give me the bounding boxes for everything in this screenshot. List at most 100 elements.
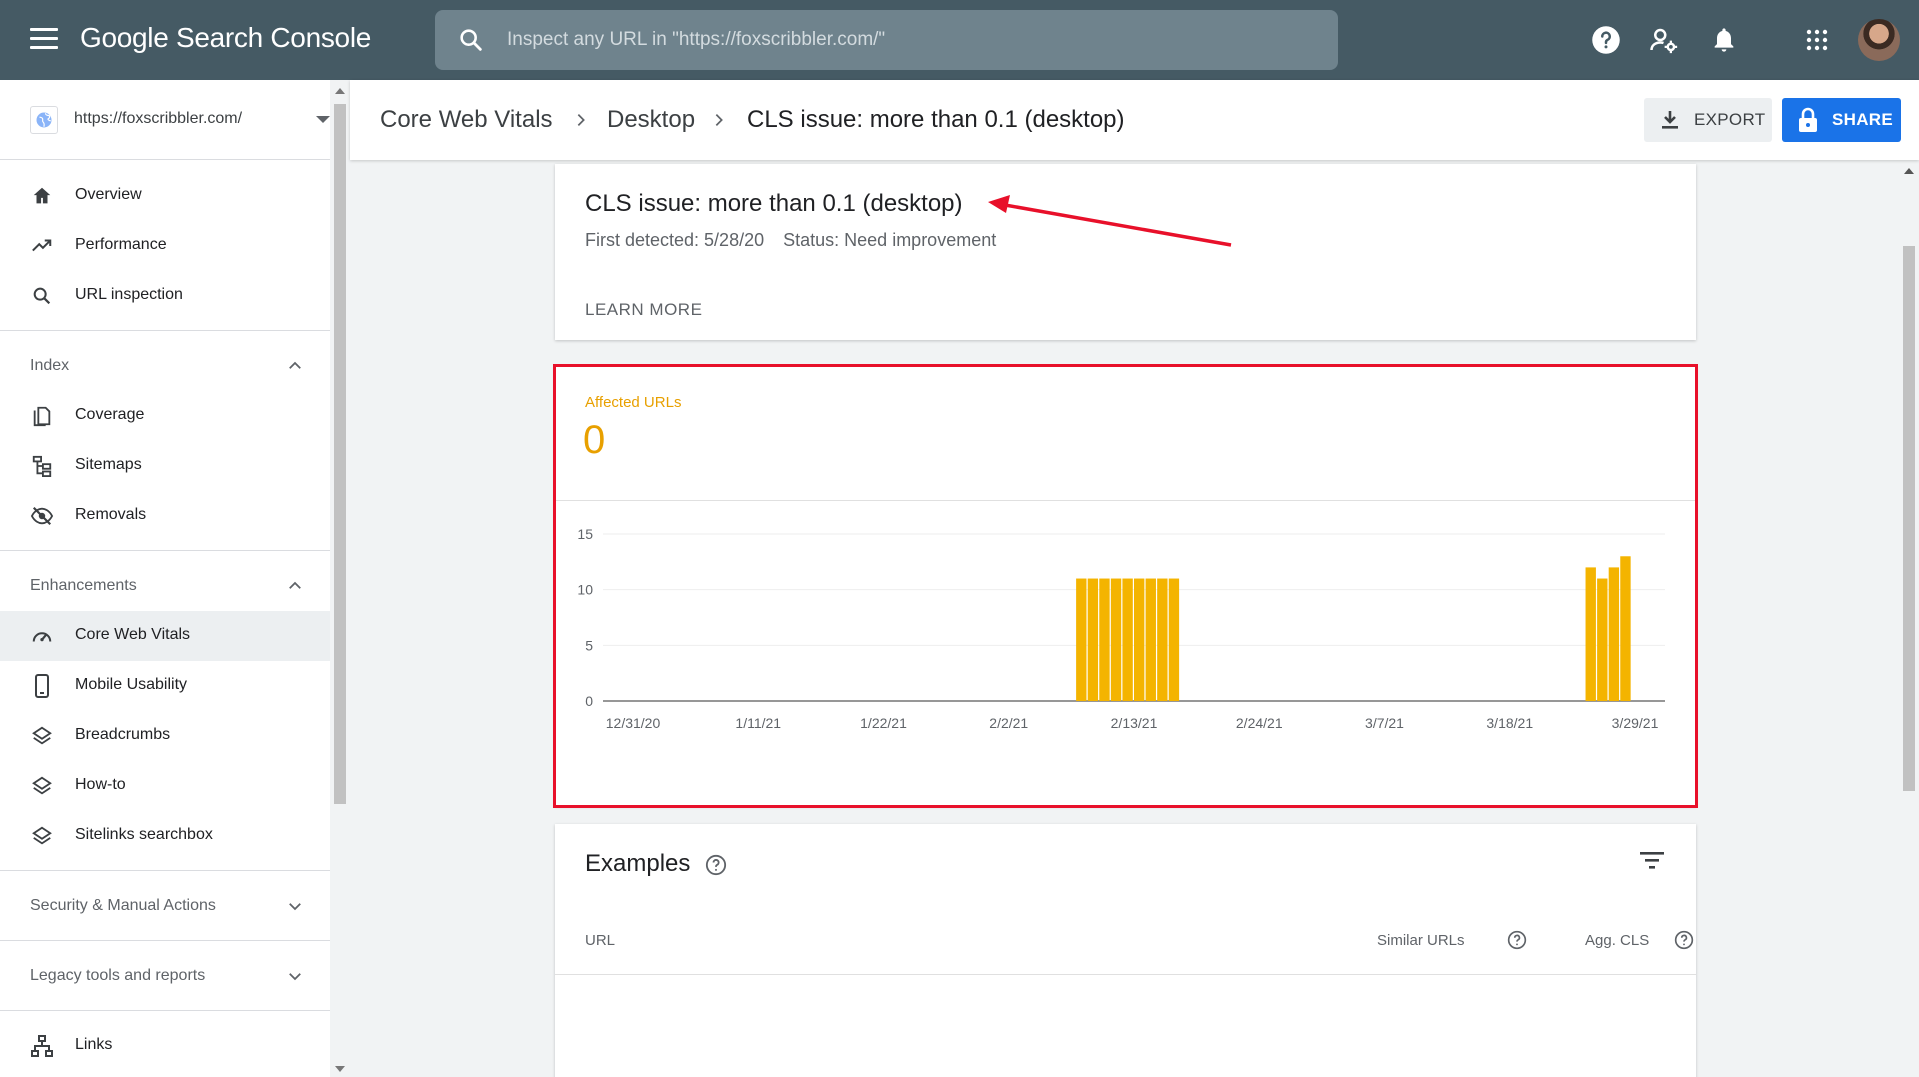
menu-icon[interactable] [30, 28, 58, 52]
sidebar-item-overview[interactable]: Overview [0, 171, 330, 221]
scroll-up-icon[interactable] [335, 88, 345, 94]
x-tick-label: 12/31/20 [606, 715, 661, 731]
sidebar-item-how-to[interactable]: How-to [0, 761, 330, 811]
sidebar-item-links[interactable]: Links [0, 1021, 330, 1071]
column-url[interactable]: URL [585, 932, 615, 949]
sidebar-item-url-inspection[interactable]: URL inspection [0, 271, 330, 321]
issue-status: Status: Need improvement [783, 230, 997, 250]
section-label: Security & Manual Actions [30, 897, 216, 914]
column-similar-urls[interactable]: Similar URLs [1377, 932, 1465, 949]
chart-bar [1110, 578, 1122, 701]
export-label: EXPORT [1694, 110, 1766, 129]
app-logo[interactable]: Google Search Console [80, 22, 371, 54]
gauge-icon [30, 624, 54, 648]
main-scrollbar[interactable] [1899, 160, 1919, 1077]
examples-divider [555, 974, 1696, 975]
page-title: CLS issue: more than 0.1 (desktop) [747, 106, 1125, 133]
section-label: Legacy tools and reports [30, 967, 206, 984]
chart-bar [1099, 578, 1110, 701]
avatar[interactable] [1858, 19, 1900, 61]
layers-icon [30, 724, 54, 748]
brand-google: Google [80, 22, 169, 53]
sidebar-item-sitemaps[interactable]: Sitemaps [0, 441, 330, 491]
layers-icon [30, 824, 54, 848]
column-agg-cls[interactable]: Agg. CLS [1585, 932, 1649, 949]
chevron-up-icon [289, 581, 301, 589]
sidebar-item-label: Core Web Vitals [75, 626, 191, 643]
sidebar-section-enhancements[interactable]: Enhancements [0, 561, 330, 611]
coverage-icon [30, 404, 54, 428]
affected-urls-chart: 0 5 10 15 12/31/20 1/11/21 1/22/21 2/2/21 2/13/2… [577, 526, 1665, 731]
export-button[interactable]: EXPORT [1644, 98, 1772, 142]
sidebar-item-label: Sitelinks searchbox [75, 826, 213, 843]
affected-urls-label[interactable]: Affected URLs [585, 394, 681, 411]
chevron-right-icon [715, 114, 723, 126]
share-button[interactable]: SHARE [1782, 98, 1901, 142]
chart-bar [1087, 578, 1099, 701]
chart-bar [1145, 578, 1156, 701]
sidebar-item-coverage[interactable]: Coverage [0, 391, 330, 441]
apps-grid-icon[interactable] [1799, 22, 1835, 58]
sidebar-section-legacy[interactable]: Legacy tools and reports [0, 951, 330, 1001]
help-icon[interactable] [1588, 22, 1624, 58]
help-outline-icon[interactable] [1507, 930, 1527, 950]
chart-bar [1076, 578, 1087, 701]
url-inspect-search[interactable] [435, 10, 1338, 70]
sidebar-item-label: Sitemaps [75, 456, 142, 473]
page-header: Core Web Vitals Desktop CLS issue: more … [350, 80, 1919, 160]
sidebar-item-removals[interactable]: Removals [0, 491, 330, 541]
breadcrumb-desktop[interactable]: Desktop [607, 106, 695, 134]
chevron-right-icon [577, 114, 585, 126]
help-outline-icon[interactable] [1674, 930, 1694, 950]
sidebar-divider [0, 870, 330, 871]
section-label: Enhancements [30, 577, 137, 594]
scroll-down-icon[interactable] [335, 1066, 345, 1072]
affected-urls-card: Affected URLs 0 0 5 10 15 12/31/20 1/11/21 1/2… [555, 366, 1696, 806]
sidebar-divider [0, 330, 330, 331]
search-icon [460, 29, 482, 51]
sidebar-divider [0, 550, 330, 551]
x-tick-label: 1/11/21 [735, 715, 781, 731]
sidebar-item-label: Breadcrumbs [75, 726, 171, 743]
sidebar-item-core-web-vitals[interactable]: Core Web Vitals [0, 611, 330, 661]
scrollbar-thumb[interactable] [1903, 246, 1915, 791]
scrollbar-thumb[interactable] [334, 104, 346, 804]
chevron-down-icon [289, 903, 301, 911]
phone-icon [30, 674, 54, 698]
sidebar-item-sitelinks-searchbox[interactable]: Sitelinks searchbox [0, 811, 330, 861]
y-tick-label: 15 [577, 526, 593, 542]
sidebar-item-label: Coverage [75, 406, 145, 423]
y-tick-label: 5 [585, 637, 593, 653]
user-settings-icon[interactable] [1646, 22, 1682, 58]
x-tick-label: 3/29/21 [1612, 715, 1659, 731]
chart-bar [1597, 578, 1608, 701]
x-tick-label: 3/18/21 [1486, 715, 1533, 731]
chart-bar [1608, 567, 1620, 701]
affected-urls-value: 0 [583, 418, 606, 462]
trending-up-icon [30, 234, 54, 258]
breadcrumb-core-web-vitals[interactable]: Core Web Vitals [380, 106, 553, 134]
search-input[interactable] [507, 10, 1307, 70]
filter-icon[interactable] [1639, 850, 1665, 872]
learn-more-link[interactable]: LEARN MORE [585, 300, 702, 320]
sidebar-item-breadcrumbs[interactable]: Breadcrumbs [0, 711, 330, 761]
first-detected: First detected: 5/28/20 [585, 230, 765, 250]
chart-bar [1157, 578, 1168, 701]
sidebar-item-mobile-usability[interactable]: Mobile Usability [0, 661, 330, 711]
y-tick-label: 10 [577, 582, 593, 598]
property-selector[interactable]: https://foxscribbler.com/ [0, 80, 330, 160]
sidebar-item-performance[interactable]: Performance [0, 221, 330, 271]
sidebar-section-index[interactable]: Index [0, 341, 330, 391]
x-tick-label: 2/2/21 [989, 715, 1028, 731]
notifications-icon[interactable] [1706, 22, 1742, 58]
issue-title: CLS issue: more than 0.1 (desktop) [585, 190, 963, 217]
scroll-up-icon[interactable] [1904, 168, 1914, 174]
sidebar-item-label: Performance [75, 236, 167, 253]
sitemap-icon [30, 454, 54, 478]
search-icon [30, 284, 54, 308]
sidebar-item-label: Links [75, 1036, 113, 1053]
sidebar-section-security[interactable]: Security & Manual Actions [0, 881, 330, 931]
y-tick-label: 0 [585, 693, 593, 709]
help-outline-icon[interactable] [705, 854, 727, 876]
sidebar-scrollbar[interactable] [330, 80, 350, 1077]
